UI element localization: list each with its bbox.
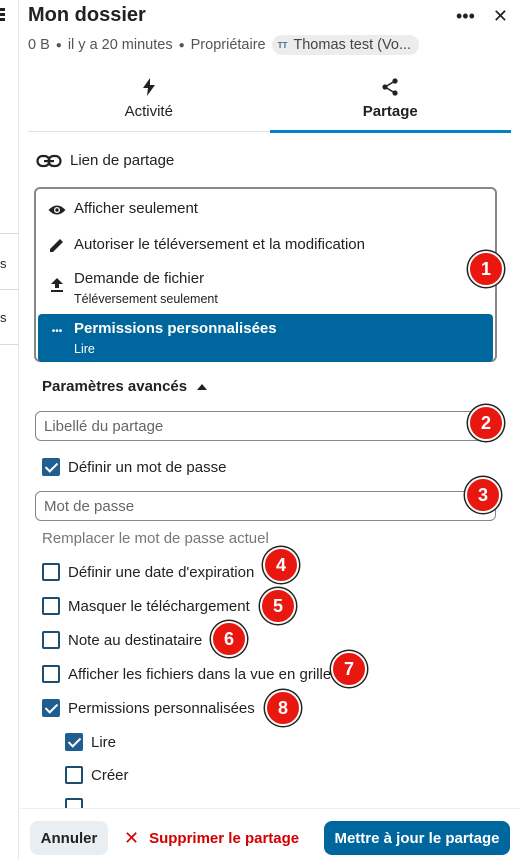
annotation-badge: 7 [331,651,367,687]
share-label-input[interactable]: Libellé du partage [35,411,496,441]
note-checkbox[interactable]: Note au destinataire [42,631,202,649]
background-list-item: s [0,289,19,345]
option-upload-edit[interactable]: Autoriser le téléversement et la modific… [38,226,493,262]
header-actions: ••• ✕ [456,6,508,26]
option-view-only[interactable]: Afficher seulement [38,191,493,226]
eye-icon [46,204,68,216]
share-link-header: Lien de partage [36,152,174,169]
checkbox-icon [42,665,60,683]
link-icon [36,154,62,167]
more-horizontal-icon[interactable]: ••• [456,6,475,26]
tab-activity[interactable]: Activité [28,70,270,131]
file-meta: 0 B ● il y a 20 minutes ● Propriétaire T… [28,35,420,55]
page-title: Mon dossier [28,4,146,26]
modified-time: il y a 20 minutes [67,37,173,53]
checkbox-icon [42,563,60,581]
option-file-request[interactable]: Demande de fichier Téléversement seuleme… [38,262,493,314]
annotation-badge: 8 [265,690,301,726]
more-horizontal-icon: ••• [51,326,63,337]
owner-chip[interactable]: TT Thomas test (Vo... [271,35,420,55]
create-permission-checkbox[interactable]: Créer [65,766,129,784]
checkbox-checked-icon [42,699,60,717]
close-icon: ✕ [124,827,140,848]
pencil-icon [46,237,68,253]
annotation-badge: 4 [263,547,299,583]
expiration-checkbox[interactable]: Définir une date d'expiration [42,563,254,581]
annotation-badge: 2 [468,405,504,441]
cancel-button[interactable]: Annuler [30,821,108,855]
annotation-badge: 6 [211,621,247,657]
menu-icon [0,8,5,22]
background-list-item: s [0,233,19,289]
upload-icon [46,278,68,292]
lightning-icon [142,78,155,96]
delete-share-button[interactable]: ✕ Supprimer le partage [124,821,299,855]
checkbox-checked-icon [42,458,60,476]
replace-password-hint: Remplacer le mot de passe actuel [42,530,269,547]
checkbox-icon [65,766,83,784]
annotation-badge: 5 [260,588,296,624]
file-size: 0 B [28,37,50,53]
advanced-settings-toggle[interactable]: Paramètres avancés [42,378,208,395]
custom-permissions-checkbox[interactable]: Permissions personnalisées [42,699,255,717]
annotation-badge: 3 [465,477,501,513]
read-permission-checkbox[interactable]: Lire [65,733,116,751]
checkbox-icon [42,631,60,649]
sharing-sidebar: Mon dossier ••• ✕ 0 B ● il y a 20 minute… [20,0,520,859]
update-share-button[interactable]: Mettre à jour le partage [324,821,510,855]
tab-sharing[interactable]: Partage [269,70,512,133]
grid-view-checkbox[interactable]: Afficher les fichiers dans la vue en gri… [42,665,331,683]
sidebar-tabs: Activité Partage [28,70,512,133]
owner-name: Thomas test (Vo... [293,37,412,53]
footer-actions: Annuler ✕ Supprimer le partage Mettre à … [20,808,520,859]
caret-up-icon [197,383,208,390]
option-custom-permissions[interactable]: ••• Permissions personnalisées Lire [38,314,493,362]
password-input[interactable]: Mot de passe [35,491,496,521]
annotation-badge: 1 [468,251,504,287]
owner-label: Propriétaire [190,37,266,53]
set-password-checkbox[interactable]: Définir un mot de passe [42,458,226,476]
permissions-dropdown: Afficher seulement Autoriser le télévers… [34,187,497,362]
checkbox-checked-icon [65,733,83,751]
share-icon [382,78,398,96]
checkbox-icon [42,597,60,615]
hide-download-checkbox[interactable]: Masquer le téléchargement [42,597,250,615]
close-icon[interactable]: ✕ [493,6,508,26]
background-app-strip: s s [0,0,19,859]
avatar: TT [277,40,288,50]
